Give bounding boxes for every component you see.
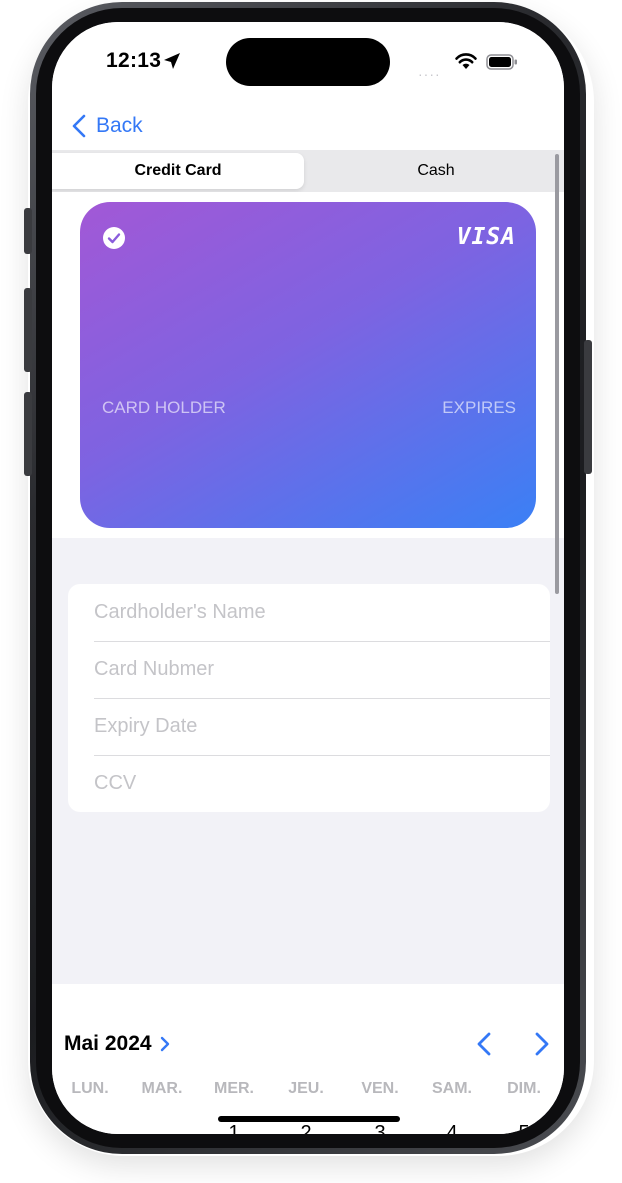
payment-method-segmented-control: Credit Card Cash xyxy=(52,150,564,192)
back-button-label: Back xyxy=(96,114,143,137)
ccv-field[interactable]: CCV xyxy=(94,755,550,812)
expiry-date-field[interactable]: Expiry Date xyxy=(94,698,550,755)
card-holder-label: CARD HOLDER xyxy=(102,398,226,417)
weekday-label: SAM. xyxy=(432,1080,472,1097)
weekday-label: MAR. xyxy=(141,1080,183,1097)
volume-up-button xyxy=(24,288,32,372)
navigation-bar: Back xyxy=(52,102,564,152)
weekday-label: VEN. xyxy=(361,1080,399,1097)
card-number-field[interactable]: Card Nubmer xyxy=(94,641,550,698)
previous-month-button[interactable] xyxy=(474,1031,494,1057)
calendar-day[interactable]: 5 xyxy=(504,1122,544,1134)
card-expires-label: EXPIRES xyxy=(442,398,516,417)
weekday-label: JEU. xyxy=(288,1080,324,1097)
checkmark-circle-icon xyxy=(103,227,125,249)
dynamic-island xyxy=(226,38,390,86)
segment-cash[interactable]: Cash xyxy=(308,153,564,189)
month-year-selector[interactable]: Mai 2024 xyxy=(64,1032,170,1056)
credit-card-preview: VISA CARD HOLDER EXPIRES xyxy=(80,202,536,528)
back-button[interactable]: Back xyxy=(72,108,143,144)
location-arrow-icon xyxy=(164,53,180,69)
cellular-signal-icon: ···· xyxy=(418,66,441,82)
status-time: 12:13 xyxy=(106,49,162,72)
month-year-label: Mai 2024 xyxy=(64,1032,152,1055)
calendar-day[interactable]: 2 xyxy=(286,1122,326,1134)
calendar-day[interactable]: 1 xyxy=(214,1122,254,1134)
card-details-form: Cardholder's Name Card Nubmer Expiry Dat… xyxy=(68,584,550,812)
weekday-label: DIM. xyxy=(507,1080,541,1097)
action-button xyxy=(24,208,32,254)
screen: 12:13 ···· Back Credit Card Cash VISA CA… xyxy=(52,22,564,1134)
chevron-left-icon xyxy=(72,114,86,138)
date-picker-calendar: Mai 2024 LUN. MAR. MER. JEU. VEN. SAM. D… xyxy=(52,984,564,1134)
volume-down-button xyxy=(24,392,32,476)
segment-credit-card[interactable]: Credit Card xyxy=(52,153,304,189)
battery-icon xyxy=(486,54,517,70)
home-indicator[interactable] xyxy=(218,1116,400,1122)
calendar-day[interactable]: 3 xyxy=(360,1122,400,1134)
weekday-label: LUN. xyxy=(71,1080,109,1097)
next-month-button[interactable] xyxy=(532,1031,552,1057)
power-button xyxy=(584,340,592,474)
wifi-icon xyxy=(455,53,477,69)
cardholder-name-field[interactable]: Cardholder's Name xyxy=(94,584,550,641)
status-bar: 12:13 ···· xyxy=(52,22,564,102)
chevron-right-icon xyxy=(160,1036,169,1052)
scrollbar[interactable] xyxy=(555,154,559,594)
calendar-day[interactable]: 4 xyxy=(432,1122,472,1134)
card-brand: VISA xyxy=(456,224,516,250)
card-preview-section: VISA CARD HOLDER EXPIRES xyxy=(52,192,564,538)
weekday-label: MER. xyxy=(214,1080,254,1097)
